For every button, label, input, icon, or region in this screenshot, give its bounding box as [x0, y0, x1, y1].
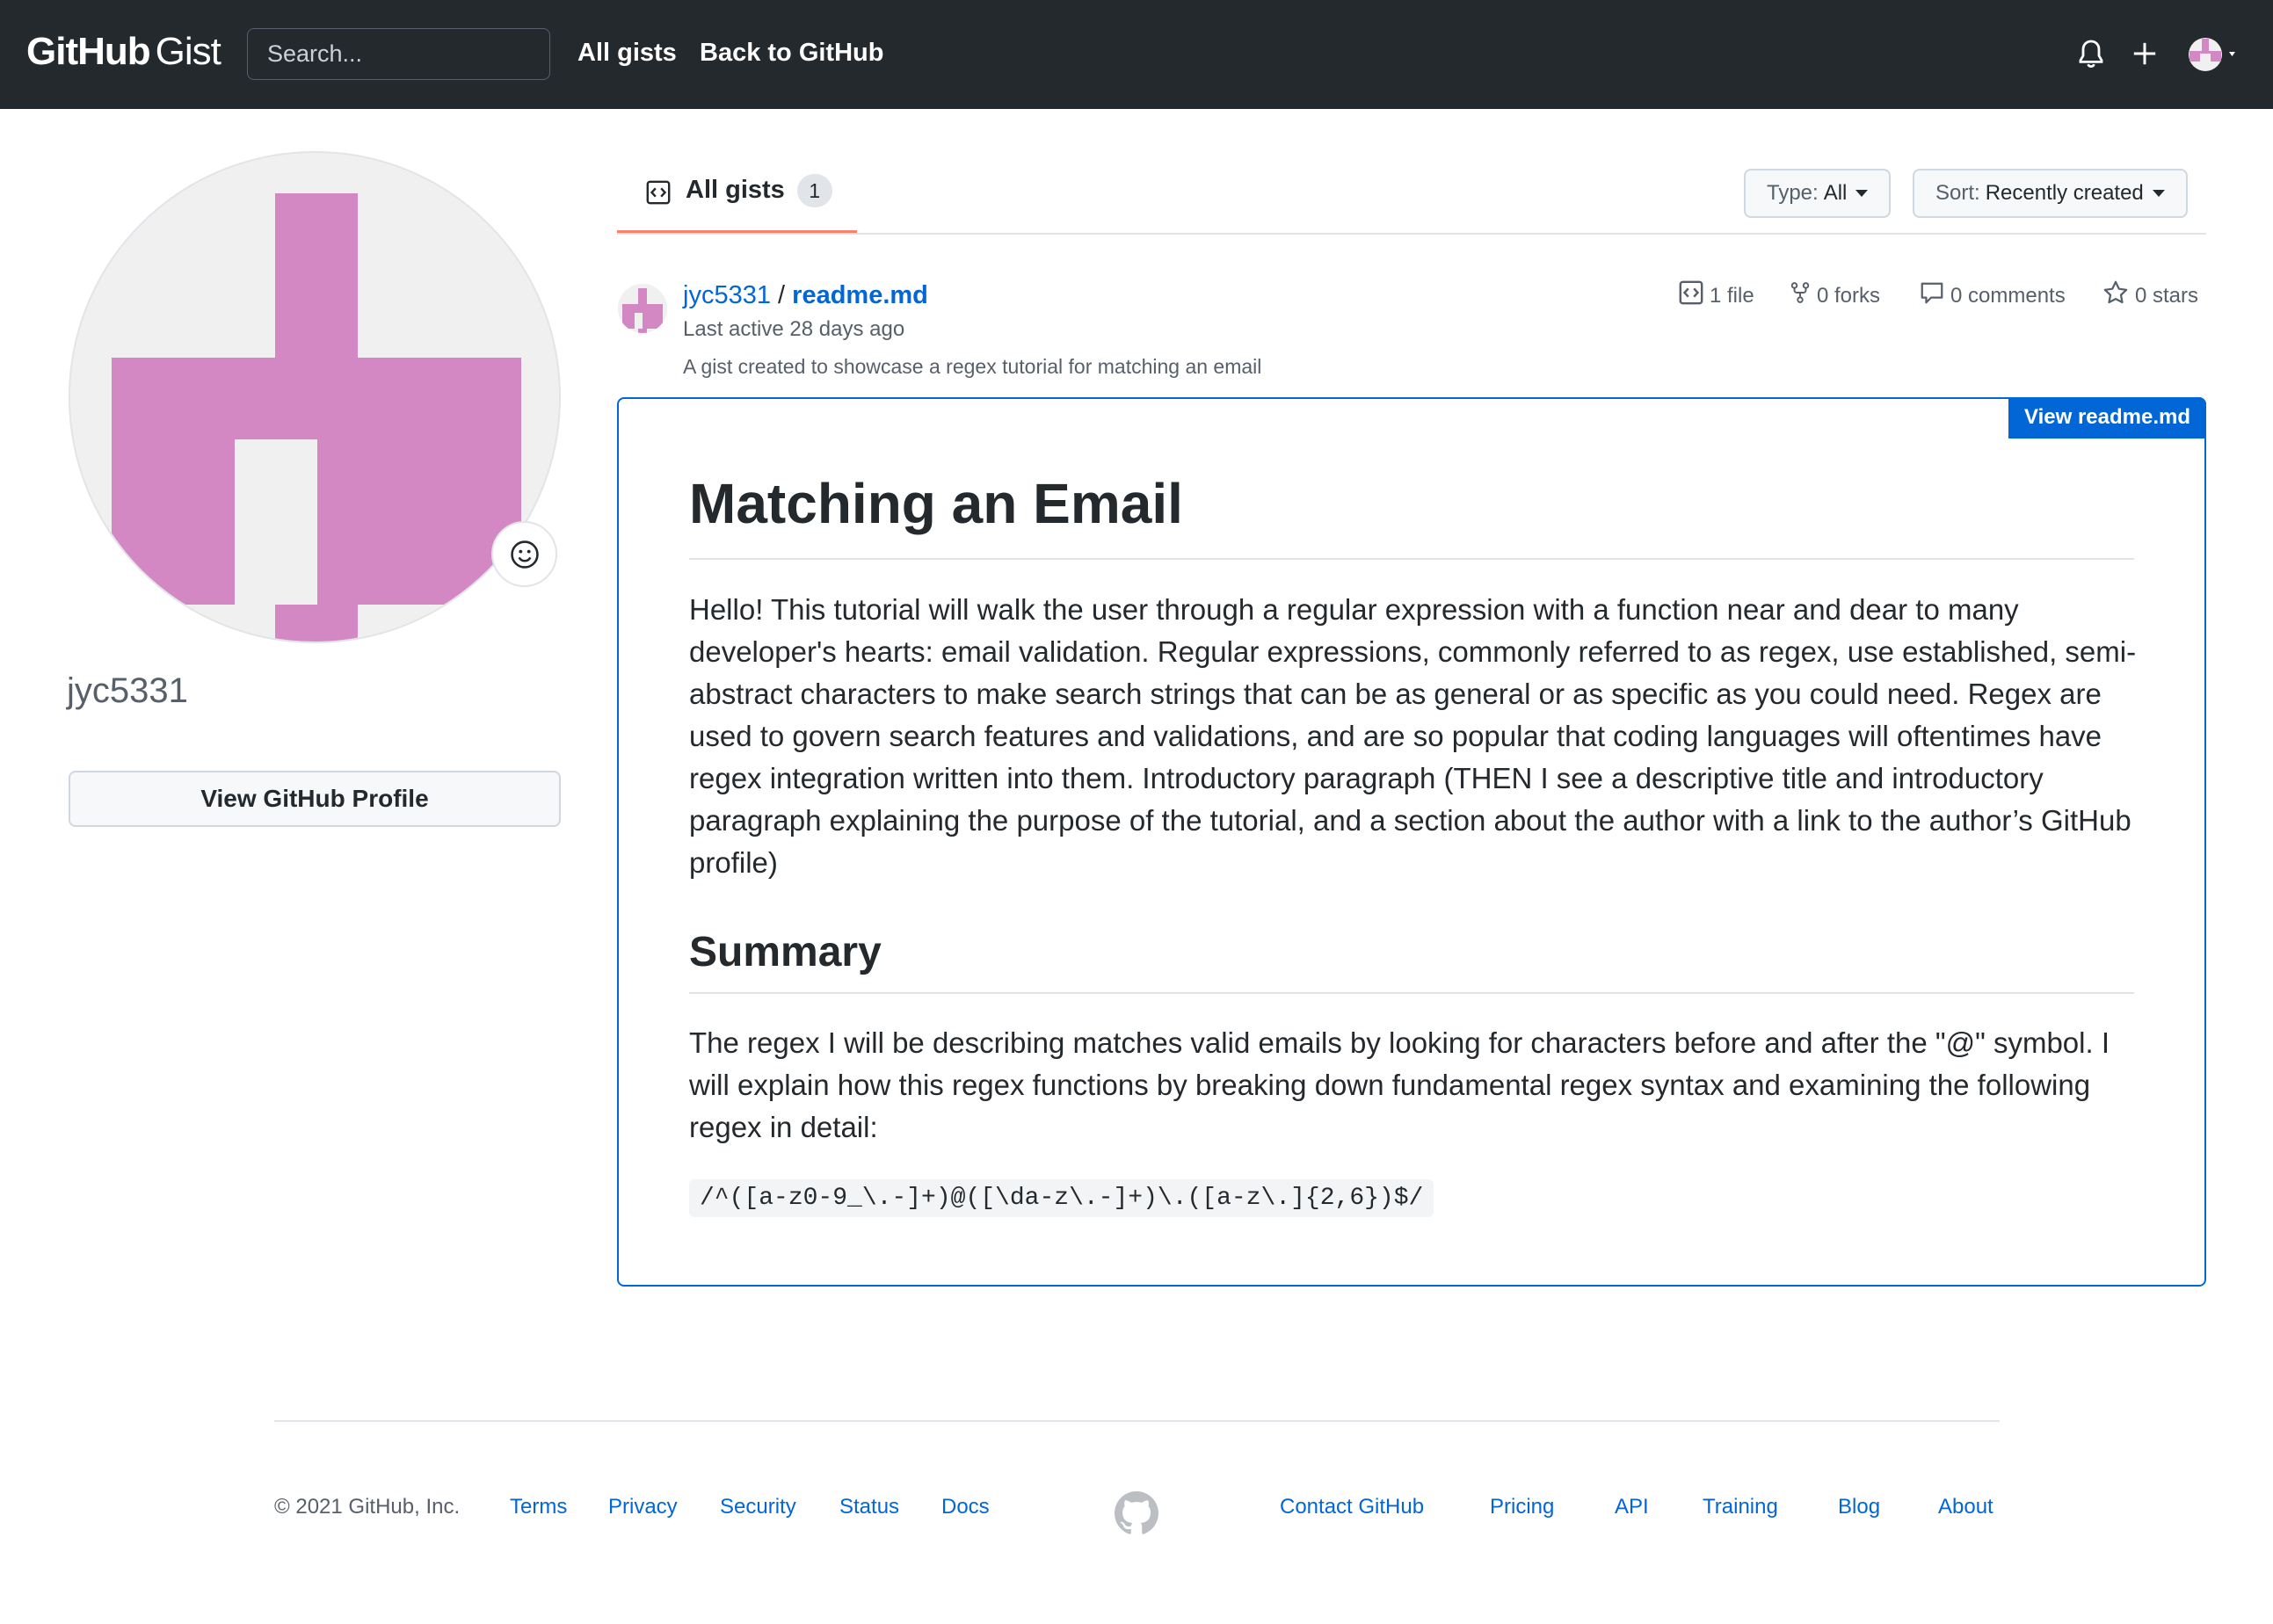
nav-back-to-github[interactable]: Back to GitHub: [700, 39, 883, 68]
regex-code-snippet: /^([a-z0-9_\.-]+)@([\da-z\.-]+)\.([a-z\.…: [689, 1179, 1434, 1217]
footer-link-api[interactable]: API: [1615, 1495, 1649, 1519]
logo-github-text: GitHub: [26, 30, 151, 73]
files-count: 1 file: [1710, 283, 1754, 308]
search-input[interactable]: [247, 28, 550, 80]
footer-link-security[interactable]: Security: [720, 1495, 796, 1519]
gist-title: jyc5331 / readme.md: [683, 281, 928, 310]
fork-icon: [1789, 279, 1817, 312]
heading-underline: [689, 992, 2134, 994]
footer-link-blog[interactable]: Blog: [1838, 1495, 1880, 1519]
sort-dropdown[interactable]: Sort: Recently created: [1913, 169, 2188, 218]
gist-description: A gist created to showcase a regex tutor…: [683, 355, 1262, 378]
profile-avatar: [69, 151, 561, 643]
type-filter-dropdown[interactable]: Type: All: [1744, 169, 1892, 218]
caret-down-icon: [1855, 190, 1869, 197]
comment-icon: [1919, 279, 1950, 312]
type-filter-prefix: Type:: [1767, 181, 1819, 205]
github-gist-logo[interactable]: GitHub Gist: [26, 30, 221, 79]
set-status-smiley-icon[interactable]: [491, 521, 557, 587]
sort-prefix: Sort:: [1935, 181, 1980, 205]
view-file-button[interactable]: View readme.md: [2008, 397, 2206, 439]
files-count-link[interactable]: 1 file: [1678, 279, 1754, 312]
footer-link-contact-github[interactable]: Contact GitHub: [1280, 1495, 1424, 1519]
caret-down-icon: [2152, 190, 2165, 197]
github-octocat-icon[interactable]: [1115, 1491, 1158, 1540]
footer-link-about[interactable]: About: [1938, 1495, 1993, 1519]
stars-count: 0 stars: [2135, 283, 2199, 308]
forks-count: 0 forks: [1817, 283, 1881, 308]
gist-filename-link[interactable]: readme.md: [792, 281, 928, 309]
forks-count-link[interactable]: 0 forks: [1789, 279, 1880, 312]
tab-divider: [617, 233, 2206, 235]
markdown-heading-2: Summary: [689, 929, 882, 975]
heading-underline: [689, 558, 2134, 560]
footer-link-status[interactable]: Status: [839, 1495, 899, 1519]
user-avatar-menu[interactable]: [2188, 37, 2240, 76]
gist-file-preview[interactable]: View readme.md Matching an Email Hello! …: [617, 397, 2206, 1287]
footer-link-pricing[interactable]: Pricing: [1490, 1495, 1554, 1519]
markdown-summary-paragraph: The regex I will be describing matches v…: [689, 1026, 2110, 1143]
view-github-profile-button[interactable]: View GitHub Profile: [69, 771, 561, 827]
gist-owner-link[interactable]: jyc5331: [683, 281, 771, 309]
footer-link-docs[interactable]: Docs: [941, 1495, 990, 1519]
star-icon: [2102, 279, 2135, 312]
gist-title-separator: /: [778, 281, 786, 309]
code-file-icon: [1678, 279, 1710, 312]
profile-username: jyc5331: [67, 671, 188, 710]
tab-all-gists[interactable]: All gists 1: [617, 158, 857, 234]
markdown-intro-paragraph: Hello! This tutorial will walk the user …: [689, 593, 2137, 879]
gist-owner-avatar[interactable]: [618, 284, 667, 333]
gist-count-badge: 1: [796, 174, 832, 207]
footer-link-training[interactable]: Training: [1703, 1495, 1778, 1519]
stars-count-link[interactable]: 0 stars: [2102, 279, 2198, 312]
code-square-icon: [645, 179, 672, 210]
notifications-bell-icon[interactable]: [2077, 39, 2105, 75]
markdown-heading-1: Matching an Email: [689, 472, 1183, 535]
comments-count-link[interactable]: 0 comments: [1919, 279, 2066, 312]
logo-gist-text: Gist: [155, 30, 221, 73]
sort-value: Recently created: [1985, 181, 2144, 205]
comments-count: 0 comments: [1950, 283, 2066, 308]
nav-all-gists[interactable]: All gists: [577, 39, 677, 68]
type-filter-value: All: [1823, 181, 1848, 205]
footer-link-privacy[interactable]: Privacy: [608, 1495, 678, 1519]
create-new-plus-icon[interactable]: [2131, 40, 2158, 71]
footer-link-terms[interactable]: Terms: [510, 1495, 567, 1519]
footer-copyright: © 2021 GitHub, Inc.: [274, 1495, 461, 1519]
tab-label: All gists: [686, 176, 785, 204]
footer-divider: [274, 1420, 2000, 1422]
top-header: GitHub Gist All gists Back to GitHub: [0, 0, 2273, 109]
last-active-text: Last active 28 days ago: [683, 317, 905, 341]
